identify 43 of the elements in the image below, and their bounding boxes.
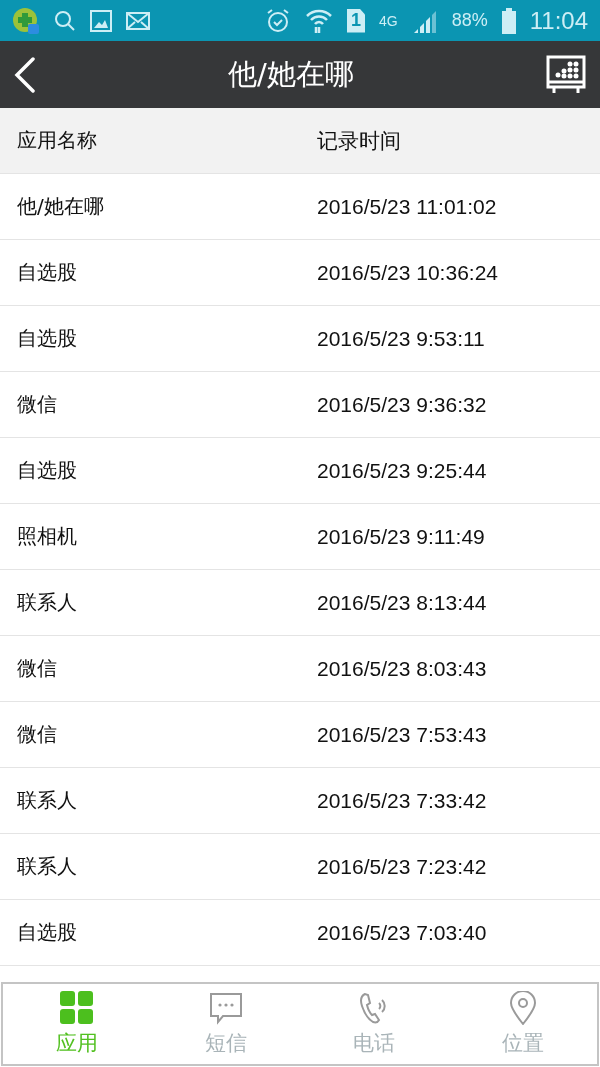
search-icon — [54, 9, 76, 32]
table-cell-text: 微信 — [16, 391, 58, 418]
table-cell: 2016/5/23 9:36:32 — [317, 392, 487, 417]
app-logo-icon — [12, 6, 40, 35]
wifi-icon — [305, 7, 333, 34]
table-cell: 2016/5/23 9:53:11 — [317, 326, 485, 351]
table-cell: 2016/5/23 8:03:43 — [317, 656, 487, 681]
table-cell: 2016/5/23 7:33:42 — [317, 788, 487, 813]
table-cell: 2016/5/23 7:03:40 — [317, 920, 487, 945]
chat-bubble-icon — [208, 991, 243, 1025]
table-cell-text: 联系人 — [16, 787, 78, 814]
location-pin-icon — [508, 991, 537, 1025]
table-cell: 2016/5/23 8:13:44 — [317, 590, 487, 615]
table-cell-text: 自选股 — [16, 457, 78, 484]
table-cell: 2016/5/23 7:23:42 — [317, 854, 487, 879]
table-cell-text: 联系人 — [16, 589, 78, 616]
network-type: 4G — [379, 12, 398, 29]
table-cell-text: 自选股 — [16, 259, 78, 286]
page-title: 他/她在哪 — [227, 55, 355, 93]
sim-card-icon: 1 — [347, 8, 365, 33]
battery-icon — [501, 7, 516, 34]
table-cell-text: 自选股 — [16, 325, 78, 352]
image-icon — [90, 9, 112, 32]
table-cell-text: 微信 — [16, 655, 58, 682]
table-cell-text: 联系人 — [16, 853, 78, 880]
table-cell-text: 微信 — [16, 721, 58, 748]
table-cell: 2016/5/23 7:53:43 — [317, 722, 487, 747]
mail-icon — [126, 11, 150, 30]
battery-percent: 88% — [451, 10, 488, 31]
clock-time: 11:04 — [529, 6, 588, 35]
grid-icon — [60, 991, 95, 1025]
alarm-clock-icon — [265, 7, 291, 34]
column-header: 记录时间 — [317, 127, 401, 154]
table-cell-text: 他/她在哪 — [16, 193, 105, 220]
table-cell-text: 照相机 — [16, 523, 78, 550]
back-icon[interactable] — [14, 56, 36, 93]
column-header: 应用名称 — [16, 127, 98, 154]
table-cell: 2016/5/23 9:11:49 — [317, 524, 485, 549]
table-cell: 2016/5/23 9:25:44 — [317, 458, 487, 483]
table-cell: 2016/5/23 10:36:24 — [317, 260, 498, 285]
table-cell-text: 自选股 — [16, 919, 78, 946]
abacus-icon[interactable] — [546, 54, 586, 95]
table-cell: 2016/5/23 11:01:02 — [317, 194, 497, 219]
